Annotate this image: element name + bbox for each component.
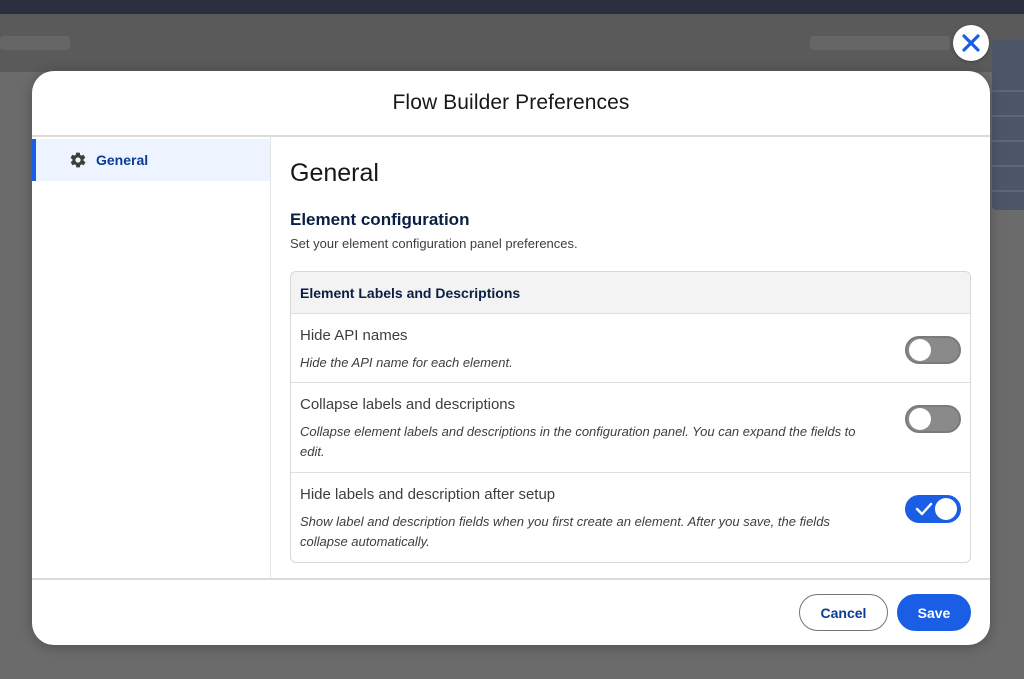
background-placeholder — [810, 36, 950, 50]
element-labels-card: Element Labels and Descriptions Hide API… — [290, 271, 971, 563]
close-icon — [962, 34, 980, 52]
collapse-labels-toggle[interactable] — [905, 405, 961, 433]
preferences-modal: Flow Builder Preferences General General… — [32, 71, 990, 645]
modal-body: General General Element configuration Se… — [32, 137, 990, 578]
setting-label: Hide labels and description after setup — [300, 486, 556, 503]
hide-api-names-toggle[interactable] — [905, 336, 961, 364]
setting-label: Hide API names — [300, 327, 408, 344]
modal-header: Flow Builder Preferences — [32, 71, 990, 137]
background-toolbar — [0, 14, 1024, 72]
setting-description: Hide the API name for each element. — [300, 355, 513, 370]
sidebar-item-label: General — [96, 152, 149, 168]
setting-description: Collapse element labels and descriptions… — [300, 424, 856, 459]
background-placeholder — [0, 36, 70, 50]
setting-description: Show label and description fields when y… — [300, 514, 830, 549]
close-button[interactable] — [953, 25, 989, 61]
modal-footer: Cancel Save — [32, 578, 990, 645]
card-header: Element Labels and Descriptions — [291, 272, 970, 314]
toggle-knob — [909, 408, 931, 430]
toggle-knob — [909, 339, 931, 361]
page-title: General — [290, 159, 379, 187]
sidebar-item-general[interactable]: General — [32, 139, 270, 181]
checkmark-icon — [915, 502, 933, 516]
preferences-content: General Element configuration Set your e… — [271, 137, 990, 578]
background-side-panel — [992, 40, 1024, 210]
background-topbar — [0, 0, 1024, 14]
cancel-button[interactable]: Cancel — [799, 594, 888, 631]
toggle-knob — [935, 498, 957, 520]
setting-row-hide-labels-after-setup: Hide labels and description after setup … — [291, 473, 970, 562]
gear-icon — [69, 151, 87, 169]
setting-label: Collapse labels and descriptions — [300, 396, 516, 413]
save-button[interactable]: Save — [897, 594, 971, 631]
hide-labels-after-setup-toggle[interactable] — [905, 495, 961, 523]
section-description: Set your element configuration panel pre… — [290, 236, 578, 251]
modal-title: Flow Builder Preferences — [392, 91, 630, 114]
setting-row-collapse-labels: Collapse labels and descriptions Collaps… — [291, 383, 970, 473]
setting-row-hide-api-names: Hide API names Hide the API name for eac… — [291, 314, 970, 383]
section-title: Element configuration — [290, 210, 470, 229]
preferences-sidebar: General — [32, 137, 271, 578]
card-header-title: Element Labels and Descriptions — [300, 284, 521, 301]
